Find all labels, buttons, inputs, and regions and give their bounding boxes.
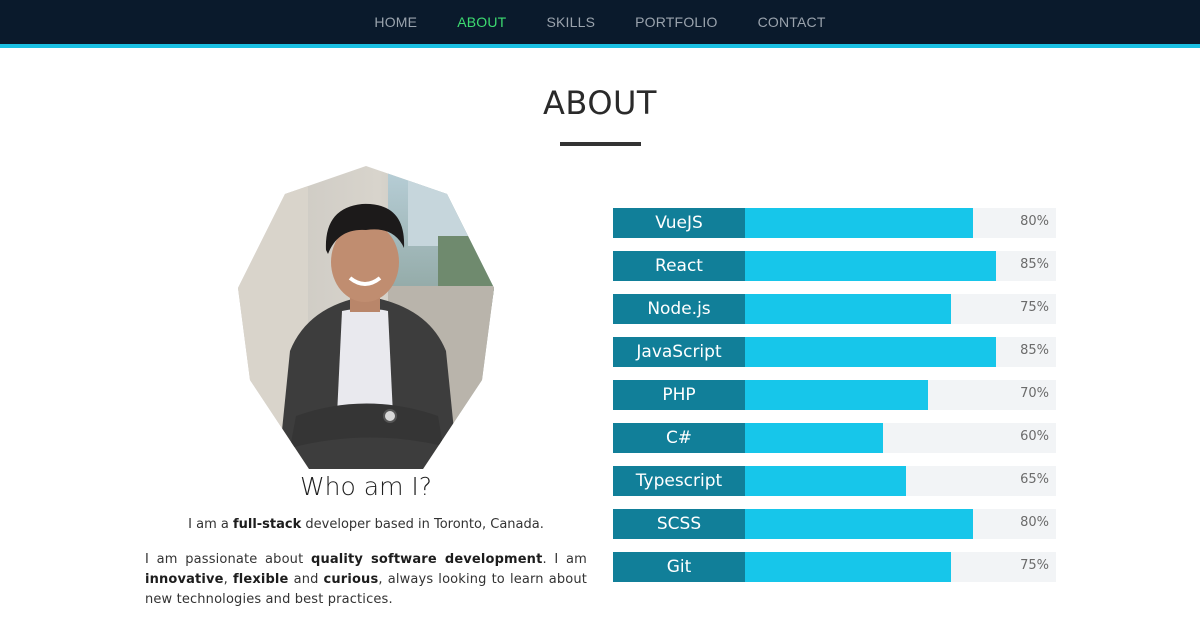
top-navbar: HOME ABOUT SKILLS PORTFOLIO CONTACT [0, 0, 1200, 48]
nav-item-skills[interactable]: SKILLS [546, 14, 595, 30]
skill-label: JavaScript [613, 337, 745, 367]
skill-bar: SCSS 80% [613, 509, 1056, 539]
skill-label: C# [613, 423, 745, 453]
skill-percent: 85% [1020, 343, 1049, 358]
skill-bar: PHP 70% [613, 380, 1056, 410]
section-title: ABOUT [543, 84, 657, 122]
skill-label: Git [613, 552, 745, 582]
skill-label: React [613, 251, 745, 281]
skill-percent: 60% [1020, 429, 1049, 444]
nav-item-contact[interactable]: CONTACT [758, 14, 826, 30]
nav-item-home[interactable]: HOME [374, 14, 417, 30]
nav-item-about[interactable]: ABOUT [457, 14, 506, 30]
skill-bar: React 85% [613, 251, 1056, 281]
skills-list: VueJS 80% React 85% Node.js 75% JavaScri… [613, 208, 1056, 595]
profile-photo-icon [238, 166, 494, 469]
intro-text: I am a full-stack developer based in Tor… [188, 517, 544, 532]
skill-percent: 80% [1020, 515, 1049, 530]
title-underline [560, 142, 641, 146]
skill-percent: 75% [1020, 558, 1049, 573]
skill-percent: 80% [1020, 214, 1049, 229]
nav-list: HOME ABOUT SKILLS PORTFOLIO CONTACT [0, 0, 1200, 44]
skill-bar: JavaScript 85% [613, 337, 1056, 367]
skill-percent: 65% [1020, 472, 1049, 487]
skill-bar: Typescript 65% [613, 466, 1056, 496]
skill-label: VueJS [613, 208, 745, 238]
skill-percent: 70% [1020, 386, 1049, 401]
intro-highlight: full-stack [232, 517, 302, 532]
skill-label: SCSS [613, 509, 745, 539]
who-am-i-title: Who am I? [299, 472, 433, 501]
skill-bar: C# 60% [613, 423, 1056, 453]
skill-percent: 85% [1020, 257, 1049, 272]
skill-label: Node.js [613, 294, 745, 324]
description-text: I am passionate about quality software d… [145, 552, 587, 607]
skill-percent: 75% [1020, 300, 1049, 315]
skill-bar: Node.js 75% [613, 294, 1056, 324]
skill-bar: VueJS 80% [613, 208, 1056, 238]
skill-label: Typescript [613, 466, 745, 496]
nav-item-portfolio[interactable]: PORTFOLIO [635, 14, 717, 30]
skill-label: PHP [613, 380, 745, 410]
skill-bar: Git 75% [613, 552, 1056, 582]
profile-photo [238, 166, 494, 470]
